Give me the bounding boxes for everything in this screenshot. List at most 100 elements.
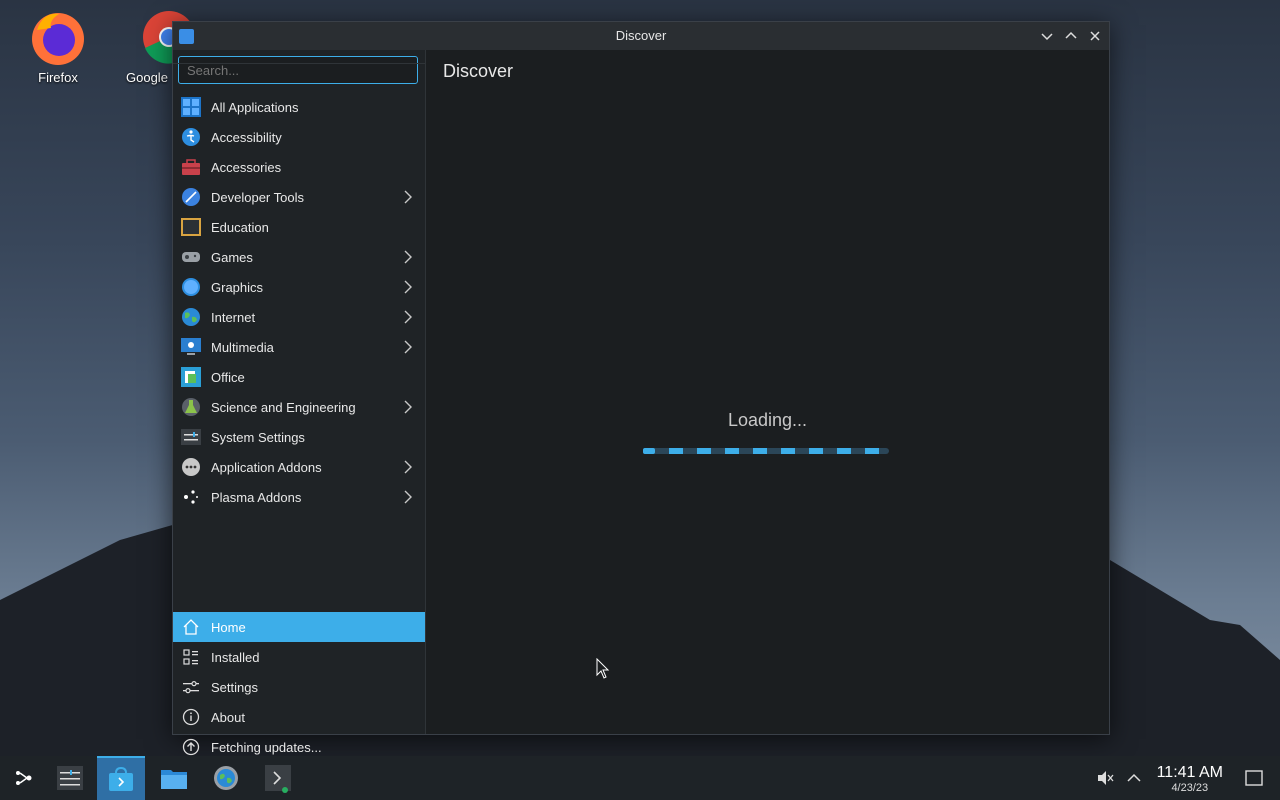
category-games[interactable]: Games xyxy=(173,242,425,272)
plasma-icon xyxy=(184,490,198,504)
gamepad-icon xyxy=(182,252,200,262)
category-label: Accessibility xyxy=(211,130,282,145)
konsole-icon xyxy=(265,765,291,793)
loading-text: Loading... xyxy=(727,410,808,430)
clock-date: 4/23/23 xyxy=(1171,782,1209,794)
category-developer-tools[interactable]: Developer Tools xyxy=(173,182,425,212)
taskbar-file-manager[interactable] xyxy=(150,756,198,800)
nav-label: Installed xyxy=(211,650,260,665)
app-launcher-button[interactable] xyxy=(0,756,48,800)
category-application-addons[interactable]: Application Addons xyxy=(173,452,425,482)
settings-icon xyxy=(183,680,199,694)
category-science-engineering[interactable]: Science and Engineering xyxy=(173,392,425,422)
category-label: Multimedia xyxy=(211,340,274,355)
clock[interactable]: 11:41 AM 4/23/23 xyxy=(1157,764,1223,794)
taskbar-task-manager[interactable] xyxy=(46,756,94,800)
desktop-icon-label: Firefox xyxy=(38,70,78,85)
category-plasma-addons[interactable]: Plasma Addons xyxy=(173,482,425,512)
category-label: Developer Tools xyxy=(211,190,304,205)
taskbar-system-settings[interactable] xyxy=(202,756,250,800)
category-label: Plasma Addons xyxy=(211,490,302,505)
taskbar-konsole[interactable] xyxy=(254,756,302,800)
chevron-up-icon[interactable] xyxy=(1124,768,1144,788)
developer-tools-icon xyxy=(182,188,200,206)
nav-installed[interactable]: Installed xyxy=(173,642,425,672)
category-label: All Applications xyxy=(211,100,299,115)
category-accessibility[interactable]: Accessibility xyxy=(173,122,425,152)
category-label: Graphics xyxy=(211,280,264,295)
volume-muted-icon[interactable] xyxy=(1095,768,1115,788)
title-bar[interactable]: Discover xyxy=(173,22,1109,50)
category-label: Games xyxy=(211,250,253,265)
page-title: Discover xyxy=(443,61,514,81)
loading-progress-bar xyxy=(643,448,889,454)
category-internet[interactable]: Internet xyxy=(173,302,425,332)
category-multimedia[interactable]: Multimedia xyxy=(173,332,425,362)
addons-icon xyxy=(182,458,200,476)
category-graphics[interactable]: Graphics xyxy=(173,272,425,302)
desktop-icon-firefox[interactable]: Firefox xyxy=(13,8,103,85)
discover-icon xyxy=(109,766,133,791)
chalkboard-icon xyxy=(181,218,201,236)
chevron-right-icon xyxy=(404,280,412,294)
nav-home[interactable]: Home xyxy=(173,612,425,642)
task-manager-icon xyxy=(57,766,83,790)
installed-icon xyxy=(183,649,198,665)
firefox-icon xyxy=(29,8,87,66)
globe-icon xyxy=(182,308,200,326)
mouse-cursor xyxy=(596,658,610,679)
category-list: All Applications Accessibility Accessori… xyxy=(173,92,425,512)
category-label: Application Addons xyxy=(211,460,322,475)
taskbar: 11:41 AM 4/23/23 xyxy=(0,756,1280,800)
taskbar-discover[interactable] xyxy=(97,756,145,800)
grid-icon xyxy=(181,97,201,117)
category-accessories[interactable]: Accessories xyxy=(173,152,425,182)
monitor-icon xyxy=(181,338,201,355)
maximize-button[interactable] xyxy=(1061,26,1081,46)
nav-label: Fetching updates... xyxy=(211,740,322,755)
nav-settings[interactable]: Settings xyxy=(173,672,425,702)
file-manager-icon xyxy=(161,770,187,789)
category-label: Office xyxy=(211,370,245,385)
office-icon xyxy=(181,367,201,387)
sidebar: All Applications Accessibility Accessori… xyxy=(173,50,426,756)
info-icon xyxy=(182,708,200,726)
category-label: Internet xyxy=(211,310,256,325)
nav-label: Settings xyxy=(211,680,258,695)
graphics-icon xyxy=(182,278,200,296)
chevron-right-icon xyxy=(404,250,412,264)
chevron-right-icon xyxy=(404,460,412,474)
category-office[interactable]: Office xyxy=(173,362,425,392)
accessibility-icon xyxy=(182,128,200,146)
search-input[interactable] xyxy=(178,56,418,84)
category-label: Accessories xyxy=(211,160,282,175)
sliders-icon xyxy=(181,429,201,445)
chevron-right-icon xyxy=(404,490,412,504)
nav-label: About xyxy=(211,710,245,725)
category-label: Science and Engineering xyxy=(211,400,356,415)
show-desktop-icon[interactable] xyxy=(1244,768,1264,788)
category-system-settings[interactable]: System Settings xyxy=(173,422,425,452)
nav-about[interactable]: About xyxy=(173,702,425,732)
category-education[interactable]: Education xyxy=(173,212,425,242)
navigation-list: Home Installed Settings About Fetching u… xyxy=(173,612,425,762)
close-button[interactable] xyxy=(1085,26,1105,46)
update-icon xyxy=(182,738,200,756)
app-launcher-icon xyxy=(16,771,32,785)
chevron-right-icon xyxy=(404,400,412,414)
flask-icon xyxy=(182,398,200,416)
category-label: System Settings xyxy=(211,430,305,445)
toolbox-icon xyxy=(182,159,200,175)
discover-window: Discover All Applications Accessibility … xyxy=(172,21,1110,756)
main-content: Discover Loading... xyxy=(426,50,1109,734)
home-icon xyxy=(183,619,199,635)
minimize-button[interactable] xyxy=(1037,26,1057,46)
chevron-right-icon xyxy=(404,310,412,324)
chevron-right-icon xyxy=(404,190,412,204)
category-all-applications[interactable]: All Applications xyxy=(173,92,425,122)
nav-label: Home xyxy=(211,620,246,635)
clock-time: 11:41 AM xyxy=(1156,764,1223,781)
system-settings-icon xyxy=(214,766,238,790)
chevron-right-icon xyxy=(404,340,412,354)
category-label: Education xyxy=(211,220,269,235)
